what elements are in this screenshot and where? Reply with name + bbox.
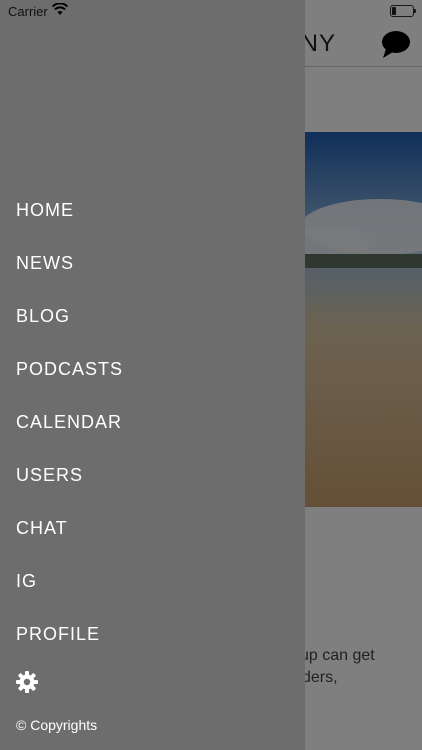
wifi-icon — [52, 3, 68, 15]
menu-item-profile[interactable]: PROFILE — [0, 608, 305, 661]
gear-icon[interactable] — [15, 670, 39, 694]
menu-item-calendar[interactable]: CALENDAR — [0, 396, 305, 449]
drawer-menu: HOME NEWS BLOG PODCASTS CALENDAR USERS C… — [0, 184, 305, 661]
copyright-text: © Copyrights — [16, 717, 98, 733]
menu-item-chat[interactable]: CHAT — [0, 502, 305, 555]
status-bar-left: Carrier — [0, 0, 305, 22]
menu-item-blog[interactable]: BLOG — [0, 290, 305, 343]
menu-item-users[interactable]: USERS — [0, 449, 305, 502]
menu-item-podcasts[interactable]: PODCASTS — [0, 343, 305, 396]
side-drawer: Carrier HOME NEWS BLOG PODCASTS CALENDAR… — [0, 0, 305, 750]
menu-item-news[interactable]: NEWS — [0, 237, 305, 290]
menu-item-home[interactable]: HOME — [0, 184, 305, 237]
carrier-label: Carrier — [8, 4, 48, 19]
menu-item-ig[interactable]: IG — [0, 555, 305, 608]
